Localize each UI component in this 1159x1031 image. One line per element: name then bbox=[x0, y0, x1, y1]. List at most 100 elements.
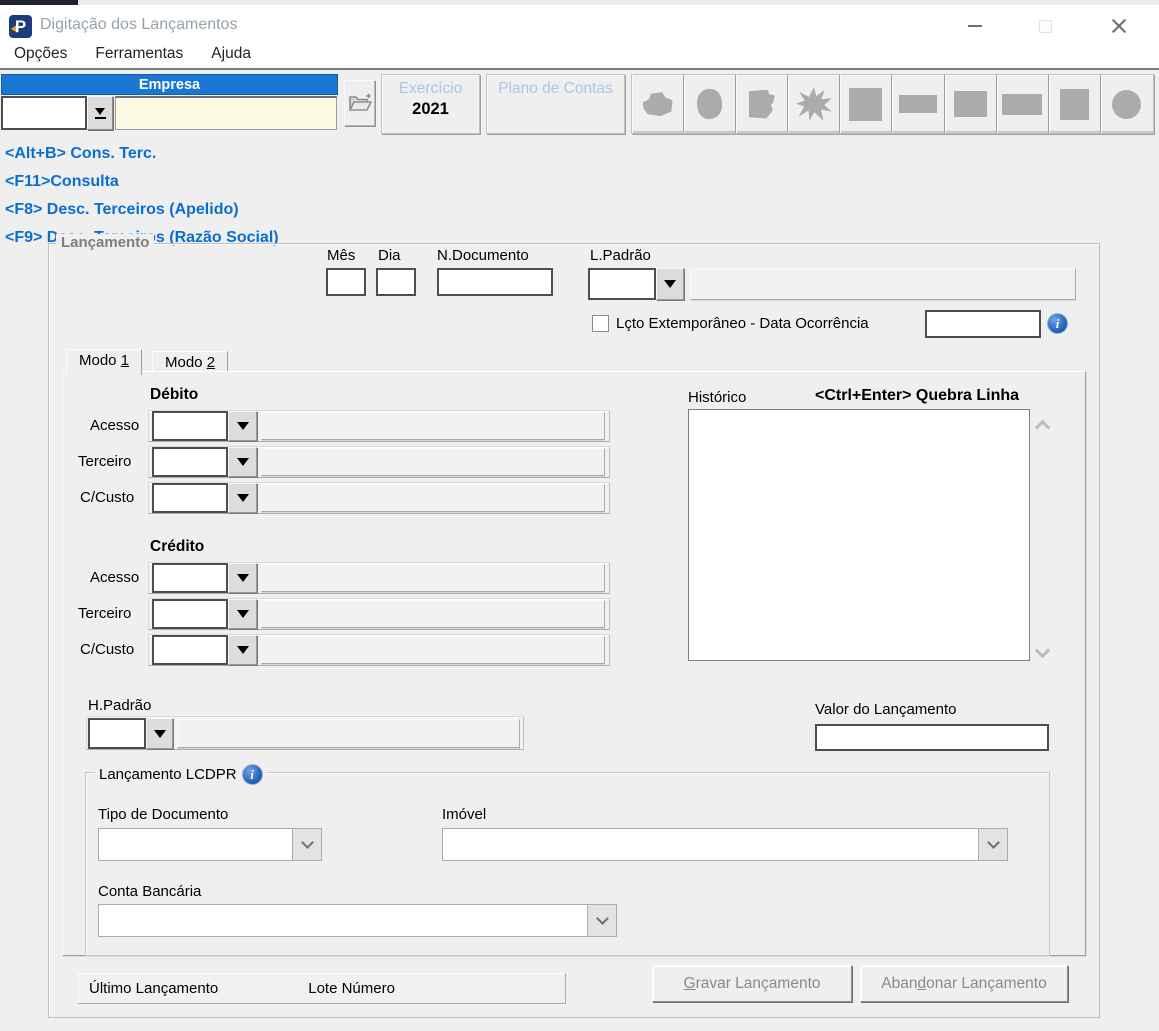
empresa-dropdown-button[interactable] bbox=[87, 96, 113, 130]
debito-header: Débito bbox=[150, 386, 199, 403]
plano-de-contas-panel[interactable]: Plano de Contas bbox=[486, 74, 625, 134]
status-panel: Último Lançamento Lote Número bbox=[78, 973, 566, 1004]
toolbar-icon-7-square bbox=[953, 91, 987, 117]
lcdpr-group-label: Lançamento LCDPR bbox=[99, 766, 237, 783]
lpadrao-dropdown-button[interactable] bbox=[656, 268, 684, 300]
dia-label: Dia bbox=[378, 247, 401, 264]
credito-acesso-label: Acesso bbox=[90, 569, 140, 586]
lpadrao-input[interactable] bbox=[588, 268, 656, 300]
toolbar-button-7[interactable] bbox=[945, 75, 997, 133]
extemporaneo-checkbox[interactable] bbox=[592, 315, 609, 332]
title-bar[interactable]: P Digitação dos Lançamentos bbox=[0, 5, 1159, 39]
tipo-documento-combo[interactable] bbox=[98, 828, 322, 861]
toolbar-button-6[interactable] bbox=[892, 75, 945, 133]
debito-ccusto-input[interactable] bbox=[152, 483, 228, 513]
credito-header: Crédito bbox=[150, 538, 205, 555]
historico-label: Histórico bbox=[688, 389, 747, 406]
exercicio-year: 2021 bbox=[412, 100, 449, 118]
ndocumento-input[interactable] bbox=[437, 268, 553, 296]
toolbar-button-2[interactable] bbox=[684, 75, 737, 133]
lpadrao-label: L.Padrão bbox=[590, 247, 651, 264]
minimize-icon bbox=[968, 25, 982, 27]
ultimo-lancamento-label: Último Lançamento bbox=[89, 980, 219, 997]
credito-acesso-input[interactable] bbox=[152, 563, 228, 593]
menu-ferramentas[interactable]: Ferramentas bbox=[81, 39, 197, 68]
toolbar-button-4[interactable] bbox=[788, 75, 841, 133]
toolbar-button-1[interactable] bbox=[632, 75, 685, 133]
mes-label: Mês bbox=[327, 247, 356, 264]
toolbar-button-5[interactable] bbox=[840, 75, 893, 133]
historico-hint: <Ctrl+Enter> Quebra Linha bbox=[815, 387, 1020, 404]
exercicio-label: Exercício bbox=[398, 80, 463, 97]
toolbar-icon-6-rect bbox=[899, 95, 938, 113]
open-company-button[interactable] bbox=[344, 80, 375, 126]
credito-ccusto-dropdown-button[interactable] bbox=[228, 635, 257, 665]
toolbar-icon-5-square bbox=[849, 87, 883, 121]
open-folder-icon bbox=[348, 93, 372, 111]
close-button[interactable] bbox=[1096, 10, 1142, 42]
lote-numero-label: Lote Número bbox=[308, 980, 395, 997]
credito-ccusto-input[interactable] bbox=[152, 635, 228, 665]
toolbar-icon-1-blob bbox=[642, 92, 673, 117]
tipo-documento-label: Tipo de Documento bbox=[98, 806, 229, 823]
mes-input[interactable] bbox=[326, 268, 366, 296]
menu-bar: Opções Ferramentas Ajuda bbox=[0, 39, 1159, 68]
tab-modo-1[interactable]: Modo 1 bbox=[66, 349, 143, 375]
toolbar-button-8[interactable] bbox=[997, 75, 1049, 133]
toolbar-button-10[interactable] bbox=[1101, 75, 1153, 133]
toolbar-icon-3-blob bbox=[748, 89, 775, 119]
lcdpr-info-icon[interactable]: i bbox=[241, 764, 263, 785]
app-logo-icon: P bbox=[9, 15, 32, 38]
debito-terceiro-dropdown-button[interactable] bbox=[228, 447, 257, 477]
debito-acesso-label: Acesso bbox=[90, 417, 140, 434]
valor-input[interactable] bbox=[815, 724, 1049, 751]
debito-acesso-description bbox=[261, 412, 605, 440]
hpadrao-input[interactable] bbox=[88, 718, 146, 749]
gravar-lancamento-button[interactable]: Gravar Lançamento bbox=[652, 965, 852, 1002]
maximize-icon bbox=[1038, 19, 1052, 33]
toolbar: Empresa Exercício 2021 Plano de Contas bbox=[0, 70, 1159, 140]
toolbar-button-9[interactable] bbox=[1049, 75, 1101, 133]
extemporaneo-info-icon[interactable]: i bbox=[1047, 313, 1068, 334]
data-ocorrencia-input[interactable] bbox=[925, 310, 1041, 338]
imovel-label: Imóvel bbox=[442, 806, 487, 823]
empresa-name-field bbox=[115, 96, 337, 130]
menu-opcoes[interactable]: Opções bbox=[0, 39, 81, 68]
debito-acesso-dropdown-button[interactable] bbox=[228, 411, 257, 441]
conta-bancaria-dropdown-button[interactable] bbox=[587, 905, 616, 936]
dia-input[interactable] bbox=[376, 268, 416, 296]
abandonar-lancamento-button[interactable]: Abandonar Lançamento bbox=[860, 965, 1068, 1002]
chevron-down-icon bbox=[595, 912, 609, 925]
toolbar-buttons-panel bbox=[631, 74, 1154, 134]
application-window: P Digitação dos Lançamentos Opções Ferra… bbox=[0, 0, 1159, 1031]
imovel-combo[interactable] bbox=[442, 828, 1008, 861]
historico-textarea[interactable] bbox=[688, 409, 1030, 661]
toolbar-icon-8-rect bbox=[1002, 93, 1043, 115]
conta-bancaria-label: Conta Bancária bbox=[98, 883, 202, 900]
debito-terceiro-input[interactable] bbox=[152, 447, 228, 477]
empresa-header: Empresa bbox=[1, 74, 338, 95]
chevron-down-icon bbox=[300, 836, 314, 849]
credito-terceiro-label: Terceiro bbox=[78, 605, 132, 622]
hotkey-cons-terc: <Alt+B> Cons. Terc. bbox=[5, 145, 157, 162]
hpadrao-description bbox=[177, 719, 520, 748]
hpadrao-dropdown-button[interactable] bbox=[146, 718, 173, 749]
window-title: Digitação dos Lançamentos bbox=[40, 16, 238, 33]
toolbar-button-3[interactable] bbox=[736, 75, 789, 133]
credito-ccusto-label: C/Custo bbox=[80, 641, 135, 658]
credito-acesso-dropdown-button[interactable] bbox=[228, 563, 257, 593]
debito-ccusto-dropdown-button[interactable] bbox=[228, 483, 257, 513]
tipo-documento-dropdown-button[interactable] bbox=[292, 829, 321, 860]
minimize-button[interactable] bbox=[952, 10, 998, 42]
menu-ajuda[interactable]: Ajuda bbox=[197, 39, 265, 68]
extemporaneo-label: Lçto Extemporâneo - Data Ocorrência bbox=[616, 315, 869, 332]
imovel-dropdown-button[interactable] bbox=[978, 829, 1007, 860]
empresa-code-input[interactable] bbox=[1, 96, 87, 130]
hotkey-desc-terceiros-apelido: <F8> Desc. Terceiros (Apelido) bbox=[5, 201, 239, 218]
credito-terceiro-dropdown-button[interactable] bbox=[228, 599, 257, 629]
maximize-button[interactable] bbox=[1022, 10, 1068, 42]
credito-terceiro-input[interactable] bbox=[152, 599, 228, 629]
conta-bancaria-combo[interactable] bbox=[98, 904, 617, 937]
toolbar-icon-4-burst bbox=[795, 87, 832, 121]
debito-acesso-input[interactable] bbox=[152, 411, 228, 441]
